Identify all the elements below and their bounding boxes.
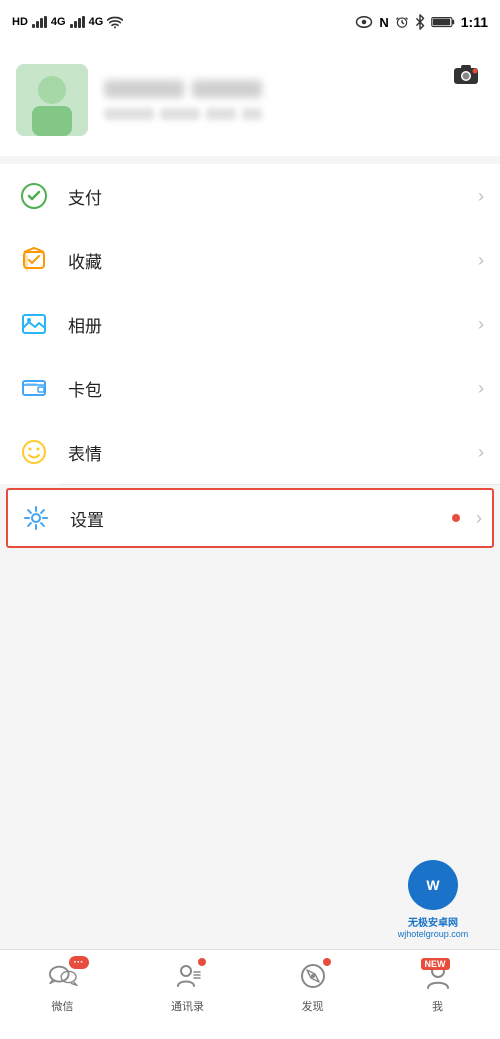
nav-item-me[interactable]: NEW 我 xyxy=(375,958,500,1014)
battery-icon xyxy=(431,15,455,29)
network-type-1: 4G xyxy=(51,16,66,28)
watermark-logo-icon: W xyxy=(416,868,450,902)
me-new-badge: NEW xyxy=(421,958,450,970)
wallet-chevron: › xyxy=(478,378,484,399)
wifi-icon xyxy=(107,15,123,29)
alarm-icon xyxy=(395,15,409,29)
album-icon-wrap xyxy=(16,306,52,342)
settings-chevron: › xyxy=(476,508,482,529)
settings-dot xyxy=(452,514,460,522)
svg-text:W: W xyxy=(426,877,440,893)
discover-icon-wrap xyxy=(295,958,331,994)
wallet-icon-wrap xyxy=(16,370,52,406)
menu-list: 支付 › 收藏 › 相册 › xyxy=(0,164,500,552)
bottom-nav: ··· 微信 通讯录 发现 xyxy=(0,949,500,1039)
signal-bars-2 xyxy=(70,16,85,28)
emoji-icon-wrap xyxy=(16,434,52,470)
favorites-icon-wrap xyxy=(16,242,52,278)
discover-icon xyxy=(299,962,327,990)
menu-item-payment[interactable]: 支付 › xyxy=(0,164,500,228)
nfc-icon: N xyxy=(379,15,388,30)
album-label: 相册 xyxy=(68,312,470,337)
watermark: W 无极安卓网 wjhotelgroup.com xyxy=(366,849,500,949)
payment-icon-wrap xyxy=(16,178,52,214)
emoji-label: 表情 xyxy=(68,440,470,465)
bluetooth-icon xyxy=(415,14,425,30)
wallet-label: 卡包 xyxy=(68,376,470,401)
settings-label: 设置 xyxy=(70,506,448,531)
wechat-badge: ··· xyxy=(69,956,89,969)
emoji-chevron: › xyxy=(478,442,484,463)
settings-icon-wrap xyxy=(18,500,54,536)
watermark-logo: W xyxy=(408,860,458,910)
status-bar: HD 4G 4G N xyxy=(0,0,500,44)
profile-info xyxy=(104,80,484,120)
profile-header xyxy=(0,44,500,156)
time-display: 1:11 xyxy=(461,14,488,30)
menu-item-settings[interactable]: 设置 › xyxy=(6,488,494,548)
signal-bars xyxy=(32,16,47,28)
camera-button[interactable] xyxy=(448,56,484,92)
payment-chevron: › xyxy=(478,186,484,207)
payment-icon xyxy=(20,182,48,210)
nav-item-wechat[interactable]: ··· 微信 xyxy=(0,958,125,1014)
avatar-image xyxy=(16,64,88,136)
wechat-icon-wrap: ··· xyxy=(45,958,81,994)
status-left: HD 4G 4G xyxy=(12,15,123,29)
camera-icon xyxy=(452,62,480,86)
payment-label: 支付 xyxy=(68,184,470,209)
section-gap-2 xyxy=(0,552,500,568)
menu-item-wallet[interactable]: 卡包 › xyxy=(0,356,500,420)
avatar[interactable] xyxy=(16,64,88,136)
me-nav-label: 我 xyxy=(432,998,443,1014)
status-right: N 1:11 xyxy=(355,14,488,30)
contacts-nav-label: 通讯录 xyxy=(171,998,204,1014)
wallet-icon xyxy=(20,374,48,402)
album-icon xyxy=(20,310,48,338)
network-type-2: 4G xyxy=(89,16,104,28)
settings-icon xyxy=(22,504,50,532)
menu-item-favorites[interactable]: 收藏 › xyxy=(0,228,500,292)
contacts-icon xyxy=(174,962,202,990)
favorites-icon xyxy=(20,246,48,274)
emoji-icon xyxy=(20,438,48,466)
watermark-line2: wjhotelgroup.com xyxy=(398,929,469,939)
favorites-label: 收藏 xyxy=(68,248,470,273)
contacts-badge-dot xyxy=(198,958,206,966)
discover-nav-label: 发现 xyxy=(302,998,324,1014)
me-icon-wrap: NEW xyxy=(420,958,456,994)
wechat-nav-label: 微信 xyxy=(52,998,74,1014)
menu-item-album[interactable]: 相册 › xyxy=(0,292,500,356)
eye-icon xyxy=(355,15,373,29)
discover-badge-dot xyxy=(323,958,331,966)
nav-item-discover[interactable]: 发现 xyxy=(250,958,375,1014)
menu-item-emoji[interactable]: 表情 › xyxy=(0,420,500,484)
nav-item-contacts[interactable]: 通讯录 xyxy=(125,958,250,1014)
favorites-chevron: › xyxy=(478,250,484,271)
album-chevron: › xyxy=(478,314,484,335)
contacts-icon-wrap xyxy=(170,958,206,994)
section-gap-1 xyxy=(0,156,500,164)
carrier-label: HD xyxy=(12,16,28,28)
watermark-line1: 无极安卓网 xyxy=(408,914,458,929)
